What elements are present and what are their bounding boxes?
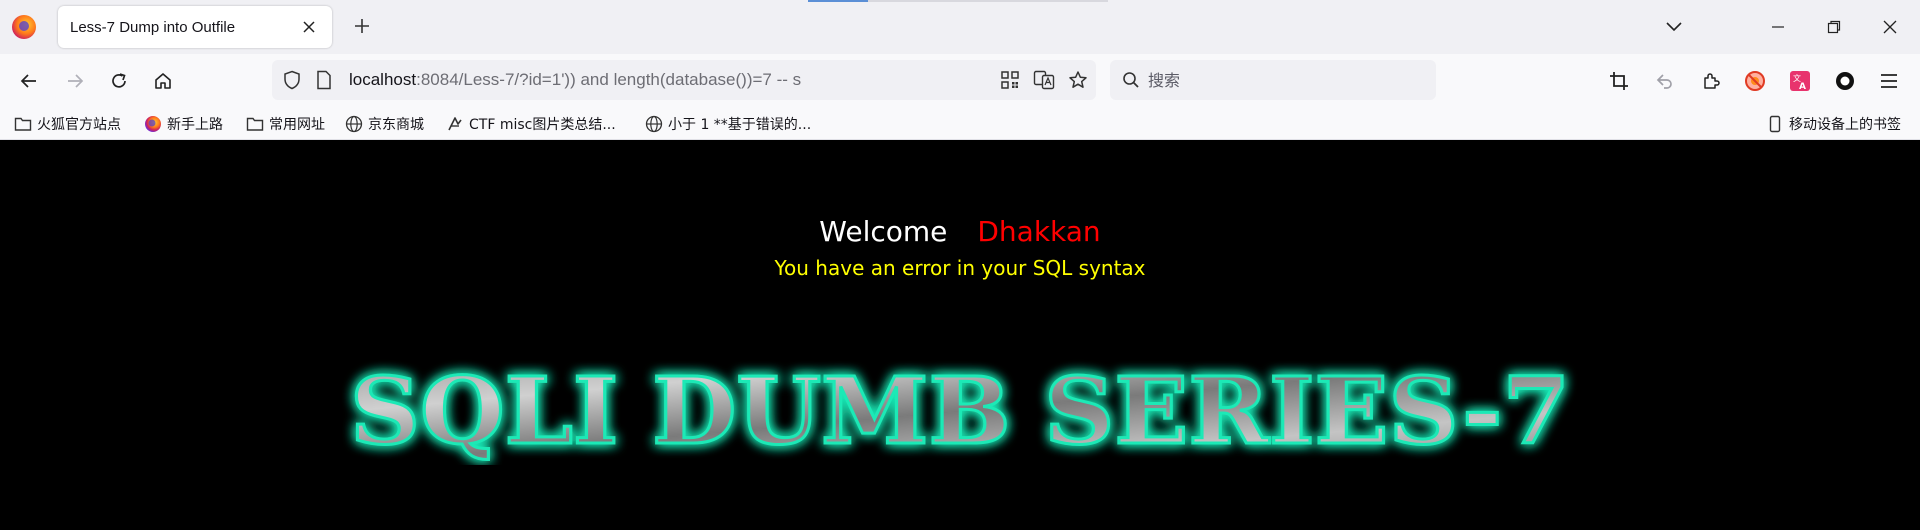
bookmark-item[interactable]: 火狐官方站点: [14, 112, 121, 136]
reload-icon: [112, 73, 126, 88]
page-content: Welcome Dhakkan You have an error in your…: [0, 140, 1920, 530]
search-input[interactable]: [1148, 60, 1428, 100]
reload-button[interactable]: [104, 66, 134, 96]
url-path: :8084/Less-7/?id=1')) and length(databas…: [416, 70, 802, 89]
bookmark-label: 小于 1 **基于错误的...: [668, 117, 812, 133]
bookmarks-toolbar: 火狐官方站点 新手上路 常用网址 京东商城 CTF misc图片类总结... 小…: [0, 108, 1920, 140]
bookmark-item[interactable]: CTF misc图片类总结...: [446, 112, 616, 136]
shield-icon[interactable]: [280, 68, 304, 92]
banner-image: SQLI DUMB SERIES-7: [349, 356, 1572, 466]
new-tab-button[interactable]: [348, 13, 376, 41]
minimize-button[interactable]: [1764, 14, 1792, 40]
search-bar[interactable]: [1110, 60, 1436, 100]
translate-icon[interactable]: [1032, 68, 1056, 92]
arrow-right-icon: [68, 74, 84, 88]
banner-text: SQLI DUMB SERIES-7: [350, 357, 1570, 465]
folder-icon: [14, 115, 32, 133]
search-icon: [1123, 72, 1139, 88]
restore-button[interactable]: [1820, 14, 1848, 40]
mobile-icon: [1766, 115, 1784, 133]
forward-button[interactable]: [60, 66, 90, 96]
list-all-tabs-button[interactable]: [1660, 14, 1688, 40]
welcome-text: Welcome: [819, 215, 948, 248]
menu-button[interactable]: [1874, 66, 1904, 96]
page-icon[interactable]: [312, 68, 336, 92]
tab-strip: Less-7 Dump into Outfile: [0, 0, 1920, 54]
svg-text:A: A: [1799, 82, 1806, 92]
puzzle-icon: [1704, 73, 1720, 89]
welcome-line: Welcome Dhakkan: [0, 215, 1920, 248]
blocked-icon: [1745, 71, 1765, 91]
crop-icon: [1610, 72, 1628, 90]
mobile-bookmarks[interactable]: 移动设备上的书签: [1766, 112, 1901, 136]
translate-extension-icon: 文A: [1790, 71, 1810, 92]
ctf-icon: [446, 115, 464, 133]
hamburger-menu-icon: [1881, 74, 1897, 88]
url-text[interactable]: localhost:8084/Less-7/?id=1')) and lengt…: [349, 70, 801, 90]
bookmark-label: CTF misc图片类总结...: [469, 117, 616, 133]
bookmark-label: 火狐官方站点: [37, 117, 121, 133]
firefox-icon: [144, 115, 162, 133]
error-message: You have an error in your SQL syntax: [774, 256, 1146, 280]
extensions-button[interactable]: [1696, 66, 1726, 96]
home-button[interactable]: [148, 66, 178, 96]
undo-button[interactable]: [1650, 66, 1680, 96]
close-tab-icon[interactable]: [298, 16, 320, 38]
bookmark-item[interactable]: 新手上路: [144, 112, 223, 136]
screenshot-button[interactable]: [1604, 66, 1634, 96]
tab-strip-indicator-track: [868, 0, 1108, 2]
qr-code-icon[interactable]: [998, 68, 1022, 92]
arrow-left-icon: [20, 74, 36, 88]
url-bar[interactable]: localhost:8084/Less-7/?id=1')) and lengt…: [272, 60, 1096, 100]
user-name: Dhakkan: [977, 215, 1101, 248]
tab-active[interactable]: Less-7 Dump into Outfile: [58, 6, 332, 48]
star-icon[interactable]: [1066, 68, 1090, 92]
bookmark-label: 京东商城: [368, 117, 424, 133]
tab-strip-indicator: [808, 0, 868, 2]
undo-icon: [1656, 74, 1672, 89]
bookmark-item[interactable]: 常用网址: [246, 112, 325, 136]
blocker-extension-button[interactable]: [1740, 66, 1770, 96]
tab-title: Less-7 Dump into Outfile: [70, 18, 236, 36]
url-host: localhost: [349, 70, 417, 89]
circle-icon: [1836, 72, 1854, 90]
bookmark-label: 常用网址: [269, 117, 325, 133]
mobile-bookmarks-label: 移动设备上的书签: [1789, 117, 1901, 133]
folder-icon: [246, 115, 264, 133]
chevron-down-icon: [1666, 22, 1682, 32]
globe-icon: [345, 115, 363, 133]
profile-extension-button[interactable]: [1830, 66, 1860, 96]
back-button[interactable]: [14, 66, 44, 96]
globe-icon: [645, 115, 663, 133]
translate-extension-button[interactable]: 文A: [1785, 66, 1815, 96]
bookmark-item[interactable]: 小于 1 **基于错误的...: [645, 112, 811, 136]
close-window-button[interactable]: [1876, 14, 1904, 40]
firefox-view-icon[interactable]: [12, 15, 36, 39]
home-icon: [155, 73, 171, 89]
bookmark-item[interactable]: 京东商城: [345, 112, 424, 136]
navigation-toolbar: localhost:8084/Less-7/?id=1')) and lengt…: [0, 54, 1920, 108]
bookmark-label: 新手上路: [167, 117, 223, 133]
